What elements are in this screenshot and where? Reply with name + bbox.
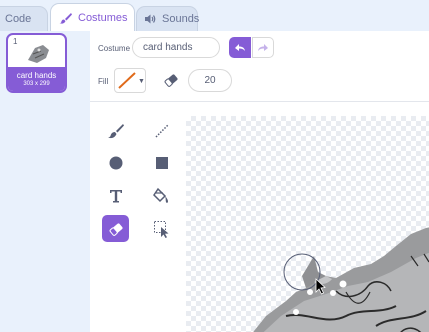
tab-sounds[interactable]: Sounds <box>136 6 200 31</box>
eraser-size-input[interactable]: 20 <box>188 69 232 92</box>
costume-label: Costume <box>98 44 131 53</box>
no-fill-slash-icon <box>118 72 136 89</box>
fill-row: Fill ▼ 20 <box>90 64 429 100</box>
select-tool[interactable] <box>148 215 175 242</box>
paint-editor: Costume card hands Fill ▼ 20 <box>90 31 429 332</box>
text-tool[interactable] <box>102 182 129 209</box>
brush-icon <box>107 123 124 138</box>
select-icon <box>153 220 168 238</box>
editor-tabs: Code Costumes Sounds <box>0 0 429 31</box>
circle-icon <box>109 156 122 169</box>
tab-sounds-label: Sounds <box>162 13 200 25</box>
redo-icon <box>258 44 268 51</box>
rectangle-icon <box>155 156 168 169</box>
redo-button[interactable] <box>252 37 274 58</box>
toolbar-divider <box>90 101 429 102</box>
fill-swatch <box>117 71 137 90</box>
line-tool[interactable] <box>148 117 175 144</box>
undo-icon <box>235 44 245 51</box>
fill-label: Fill <box>98 77 109 86</box>
fill-icon <box>152 187 168 203</box>
costume-size: 303 x 299 <box>23 81 50 87</box>
costume-index: 1 <box>13 37 18 46</box>
line-icon <box>154 123 169 138</box>
fill-color-picker[interactable]: ▼ <box>114 68 146 93</box>
eraser-icon <box>109 222 123 236</box>
costume-name: card hands <box>16 71 57 80</box>
costume-artwork <box>253 227 429 332</box>
eraser-icon <box>164 74 178 87</box>
tab-costumes-label: Costumes <box>78 11 128 24</box>
text-icon <box>109 189 122 202</box>
tab-costumes[interactable]: Costumes <box>50 3 135 31</box>
tab-code-label: Code <box>5 13 32 25</box>
costume-thumbnail <box>28 45 49 63</box>
paintbrush-icon <box>59 12 72 24</box>
undo-button[interactable] <box>229 37 251 58</box>
costume-name-row: Costume card hands <box>90 31 429 64</box>
eraser-tool[interactable] <box>102 215 129 242</box>
costume-list: 1 card hands 303 x 299 <box>0 31 90 332</box>
costume-tile[interactable]: 1 card hands 303 x 299 <box>6 33 67 93</box>
speaker-icon <box>145 14 156 24</box>
chevron-down-icon: ▼ <box>138 78 145 85</box>
brush-tool[interactable] <box>102 117 129 144</box>
costume-info: card hands 303 x 299 <box>8 67 65 91</box>
fill-tool[interactable] <box>148 182 175 209</box>
circle-tool[interactable] <box>102 149 129 176</box>
costume-name-input[interactable]: card hands <box>132 37 220 58</box>
tab-code[interactable]: Code <box>0 6 48 31</box>
paint-canvas[interactable] <box>186 116 429 332</box>
rectangle-tool[interactable] <box>148 149 175 176</box>
